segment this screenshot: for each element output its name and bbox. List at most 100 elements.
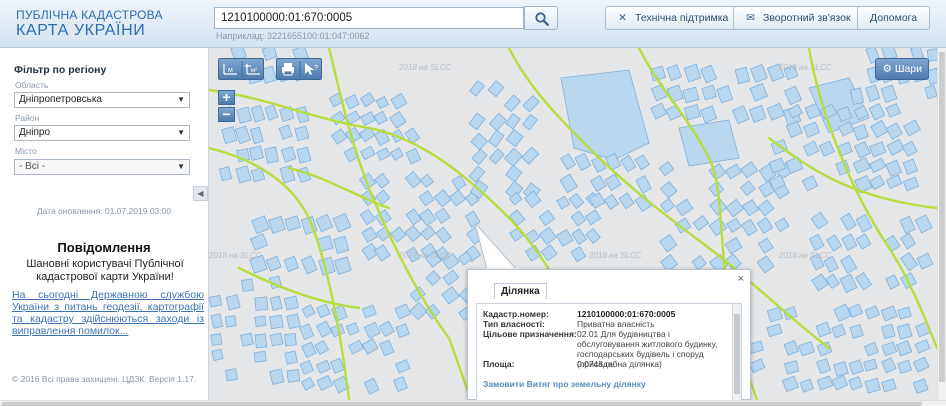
support-button[interactable]: ✕ Технічна підтримка: [605, 6, 740, 30]
parcel[interactable]: [409, 301, 428, 321]
parcel[interactable]: [895, 340, 913, 357]
parcel[interactable]: [570, 210, 587, 227]
parcel[interactable]: [665, 104, 682, 121]
parcel[interactable]: [468, 112, 486, 131]
parcel[interactable]: [912, 356, 930, 373]
parcel[interactable]: [682, 86, 700, 104]
parcel[interactable]: [505, 164, 523, 183]
parcel[interactable]: [881, 378, 897, 393]
scrollbar-thumb[interactable]: [939, 52, 945, 382]
region-select[interactable]: Дніпропетровська ▼: [14, 92, 190, 108]
parcel[interactable]: [560, 153, 576, 170]
parcel[interactable]: [886, 138, 905, 156]
parcel[interactable]: [724, 237, 743, 255]
parcel[interactable]: [360, 111, 376, 126]
parcel[interactable]: [269, 332, 284, 347]
parcel[interactable]: [634, 154, 650, 171]
parcel[interactable]: [716, 85, 734, 104]
parcel[interactable]: [375, 95, 389, 109]
parcel[interactable]: [333, 235, 350, 254]
parcel[interactable]: [521, 146, 540, 165]
parcel[interactable]: [660, 180, 678, 199]
parcel[interactable]: [841, 233, 858, 251]
map-canvas[interactable]: 2018 на SLCC 2018 на SLCC 2018 на SLCC 2…: [209, 48, 937, 400]
parcel[interactable]: [881, 357, 897, 374]
parcel[interactable]: [418, 208, 437, 227]
parcel[interactable]: [901, 140, 918, 157]
parcel[interactable]: [885, 122, 903, 140]
parcel[interactable]: [848, 376, 863, 391]
parcel[interactable]: [559, 173, 578, 194]
parcel[interactable]: [852, 123, 869, 141]
parcel[interactable]: [903, 119, 921, 137]
parcel[interactable]: [471, 148, 488, 166]
parcel[interactable]: [912, 378, 929, 394]
parcel[interactable]: [749, 63, 768, 84]
parcel[interactable]: [300, 376, 316, 391]
parcel[interactable]: [864, 377, 881, 394]
parcel[interactable]: [708, 217, 728, 237]
parcel[interactable]: [659, 234, 678, 253]
parcel[interactable]: [849, 324, 864, 339]
parcel[interactable]: [870, 119, 889, 139]
parcel[interactable]: [522, 113, 538, 131]
parcel[interactable]: [448, 189, 467, 207]
parcel[interactable]: [852, 157, 871, 175]
parcel[interactable]: [839, 254, 858, 274]
identify-icon[interactable]: ?: [305, 63, 318, 75]
parcel[interactable]: [393, 376, 408, 392]
parcel[interactable]: [210, 313, 224, 329]
parcel[interactable]: [209, 295, 222, 308]
parcel[interactable]: [914, 214, 933, 234]
parcel[interactable]: [405, 208, 422, 226]
parcel[interactable]: [659, 197, 676, 214]
parcel[interactable]: [315, 213, 334, 233]
parcel[interactable]: [373, 110, 388, 126]
parcel[interactable]: [748, 358, 766, 374]
parcel[interactable]: [757, 237, 774, 254]
parcel[interactable]: [404, 225, 422, 243]
parcel[interactable]: [469, 80, 485, 97]
parcel[interactable]: [248, 145, 264, 161]
parcel[interactable]: [880, 305, 898, 322]
parcel[interactable]: [666, 64, 682, 82]
parcel[interactable]: [590, 174, 607, 192]
tab-parcel[interactable]: Ділянка: [494, 283, 547, 299]
parcel[interactable]: [748, 340, 765, 354]
parcel[interactable]: [756, 217, 774, 234]
parcel[interactable]: [725, 198, 745, 218]
parcel[interactable]: [359, 91, 376, 108]
parcel[interactable]: [766, 102, 786, 121]
parcel[interactable]: [885, 103, 901, 118]
parcel[interactable]: [810, 211, 829, 230]
parcel[interactable]: [254, 333, 268, 349]
parcel[interactable]: [442, 269, 460, 286]
parcel[interactable]: [221, 126, 238, 145]
parcel[interactable]: [235, 165, 252, 184]
parcel[interactable]: [344, 94, 360, 110]
parcel[interactable]: [487, 80, 505, 98]
parcel[interactable]: [433, 189, 452, 208]
parcel[interactable]: [360, 145, 376, 161]
parcel[interactable]: [236, 106, 253, 124]
parcel[interactable]: [286, 313, 301, 330]
parcel[interactable]: [284, 350, 298, 365]
parcel[interactable]: [853, 140, 871, 159]
parcel[interactable]: [418, 190, 435, 207]
parcel[interactable]: [316, 303, 331, 319]
district-select[interactable]: Дніпро ▼: [14, 125, 190, 141]
parcel[interactable]: [683, 63, 702, 83]
parcel[interactable]: [359, 208, 376, 226]
parcel[interactable]: [234, 125, 252, 145]
ruler-icon[interactable]: м: [223, 64, 237, 75]
parcel[interactable]: [766, 323, 783, 338]
parcel[interactable]: [283, 255, 300, 273]
parcel[interactable]: [854, 272, 873, 291]
parcel[interactable]: [378, 320, 395, 338]
parcel[interactable]: [315, 320, 333, 338]
parcel[interactable]: [811, 273, 829, 292]
parcel[interactable]: [739, 180, 756, 197]
parcel[interactable]: [726, 217, 742, 233]
parcel[interactable]: [363, 321, 381, 339]
parcel[interactable]: [880, 84, 898, 104]
